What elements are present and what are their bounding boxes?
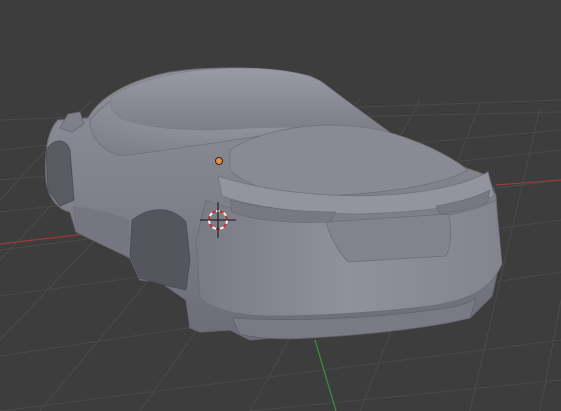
3d-viewport[interactable] [0, 0, 561, 411]
license-plate-recess [325, 213, 452, 263]
object-origin-icon[interactable] [215, 157, 223, 165]
viewport-canvas[interactable] [0, 0, 561, 411]
